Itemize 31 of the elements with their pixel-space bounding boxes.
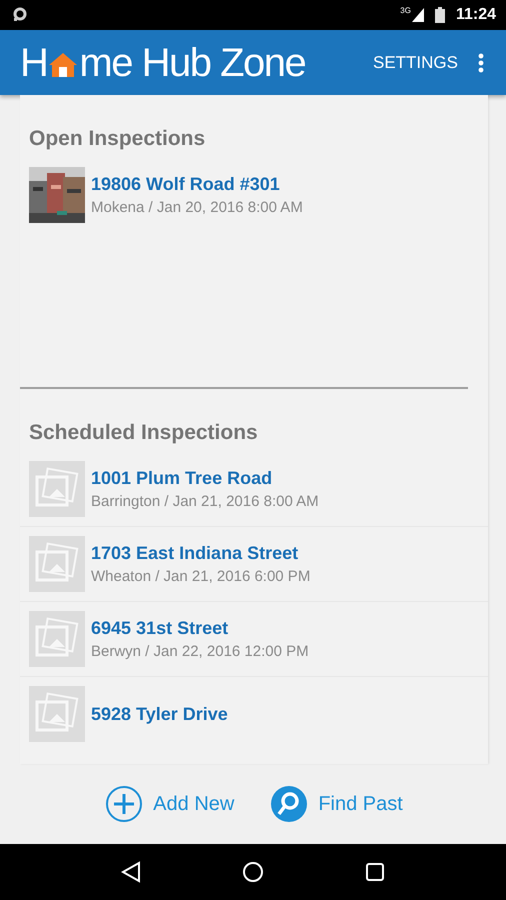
add-icon	[105, 785, 144, 823]
inspection-address[interactable]: 1703 East Indiana Street	[91, 543, 310, 564]
inspection-address[interactable]: 19806 Wolf Road #301	[91, 174, 303, 195]
inspection-details: Mokena / Jan 20, 2016 8:00 AM	[91, 199, 303, 216]
section-heading: Scheduled Inspections	[28, 420, 259, 446]
inspection-details: Berwyn / Jan 22, 2016 12:00 PM	[91, 643, 309, 660]
logo-text: H	[20, 42, 48, 82]
back-icon[interactable]	[120, 861, 141, 883]
logo-text: me Hub Zone	[79, 42, 306, 82]
image-placeholder-icon	[29, 611, 85, 667]
inspection-details: Wheaton / Jan 21, 2016 6:00 PM	[91, 568, 310, 585]
house-icon	[48, 52, 78, 78]
image-placeholder-icon	[29, 461, 85, 517]
clock: 11:24	[456, 6, 496, 24]
network-label: 3G	[400, 6, 411, 15]
inspection-address[interactable]: 5928 Tyler Drive	[91, 704, 228, 724]
settings-button[interactable]: SETTINGS	[368, 48, 462, 76]
signal-icon	[412, 8, 424, 22]
search-icon	[270, 785, 308, 823]
recents-icon[interactable]	[365, 862, 386, 882]
inspection-address[interactable]: 6945 31st Street	[91, 618, 309, 639]
action-button[interactable]: Find Past	[270, 785, 403, 823]
image-placeholder-icon	[29, 536, 85, 592]
image-placeholder-icon	[29, 686, 85, 742]
battery-icon	[434, 7, 445, 23]
section-heading: Open Inspections	[28, 126, 206, 152]
inspection-details: Barrington / Jan 21, 2016 8:00 AM	[91, 493, 319, 510]
overflow-menu-icon[interactable]	[478, 52, 484, 72]
action-button[interactable]: Add New	[105, 785, 234, 823]
inspection-address[interactable]: 1001 Plum Tree Road	[91, 468, 319, 489]
home-icon[interactable]	[242, 861, 264, 883]
